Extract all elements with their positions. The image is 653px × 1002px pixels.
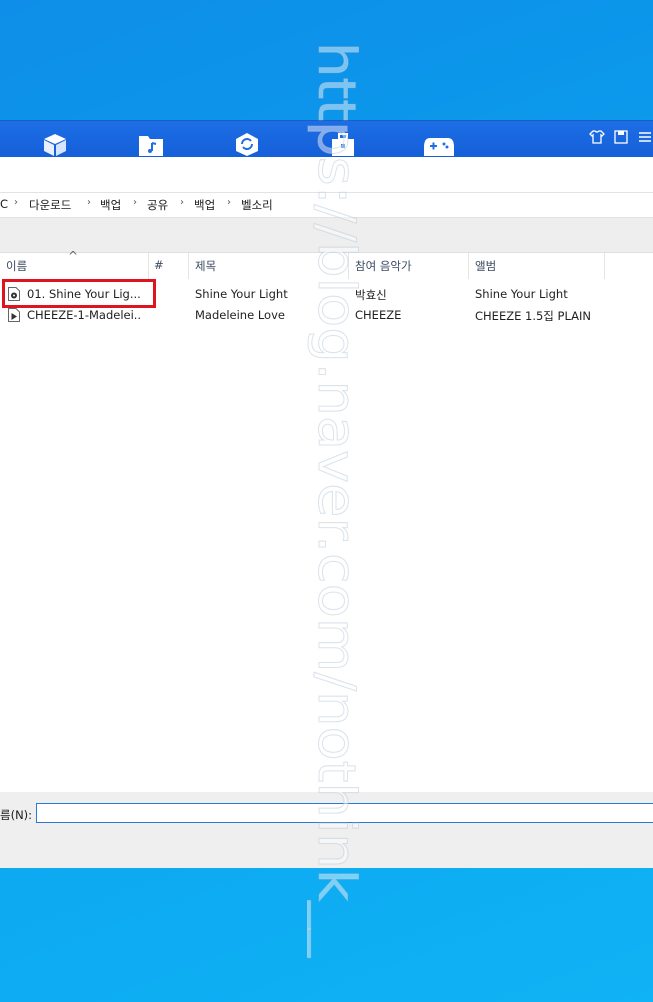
- watermark-text: https://blog.naver.com/nothink__: [307, 42, 366, 958]
- filename-label: 름(N):: [0, 808, 33, 822]
- chevron-right-icon: ›: [180, 197, 184, 208]
- menu-icon[interactable]: [637, 129, 653, 145]
- breadcrumb-item[interactable]: 공유: [147, 197, 168, 213]
- shirt-icon[interactable]: [589, 129, 605, 145]
- column-album[interactable]: 앨범: [475, 258, 496, 274]
- audio-file-icon: [8, 308, 20, 322]
- watermark: https://blog.naver.com/nothink__: [307, 42, 367, 959]
- file-name: CHEEZE-1-Madelei...: [27, 308, 142, 322]
- chevron-right-icon: ›: [133, 197, 137, 208]
- chevron-right-icon: ›: [14, 197, 18, 208]
- breadcrumb-item[interactable]: 다운로드: [29, 197, 71, 213]
- column-divider[interactable]: [604, 253, 605, 279]
- column-name[interactable]: 이름: [6, 258, 27, 274]
- column-number[interactable]: #: [154, 258, 164, 272]
- column-title[interactable]: 제목: [195, 258, 216, 274]
- file-album: Shine Your Light: [475, 287, 568, 301]
- column-divider[interactable]: [468, 253, 469, 279]
- file-title: Madeleine Love: [195, 308, 285, 322]
- box-icon[interactable]: [42, 132, 68, 156]
- chevron-right-icon: ›: [87, 197, 91, 208]
- save-icon[interactable]: [613, 129, 629, 145]
- file-album: CHEEZE 1.5집 PLAIN: [475, 309, 592, 323]
- breadcrumb-item[interactable]: 백업: [100, 197, 121, 213]
- sync-icon[interactable]: [234, 132, 260, 156]
- breadcrumb-item[interactable]: C: [0, 197, 8, 211]
- gamepad-icon[interactable]: [424, 132, 454, 156]
- music-folder-icon[interactable]: [138, 132, 164, 156]
- column-divider[interactable]: [148, 253, 149, 279]
- highlight-box: [2, 279, 156, 308]
- file-title: Shine Your Light: [195, 287, 288, 301]
- breadcrumb-item[interactable]: 백업: [194, 197, 215, 213]
- chevron-right-icon: ›: [227, 197, 231, 208]
- breadcrumb-item[interactable]: 벨소리: [241, 197, 273, 213]
- column-divider[interactable]: [188, 253, 189, 279]
- sort-ascending-icon: ^: [68, 249, 79, 263]
